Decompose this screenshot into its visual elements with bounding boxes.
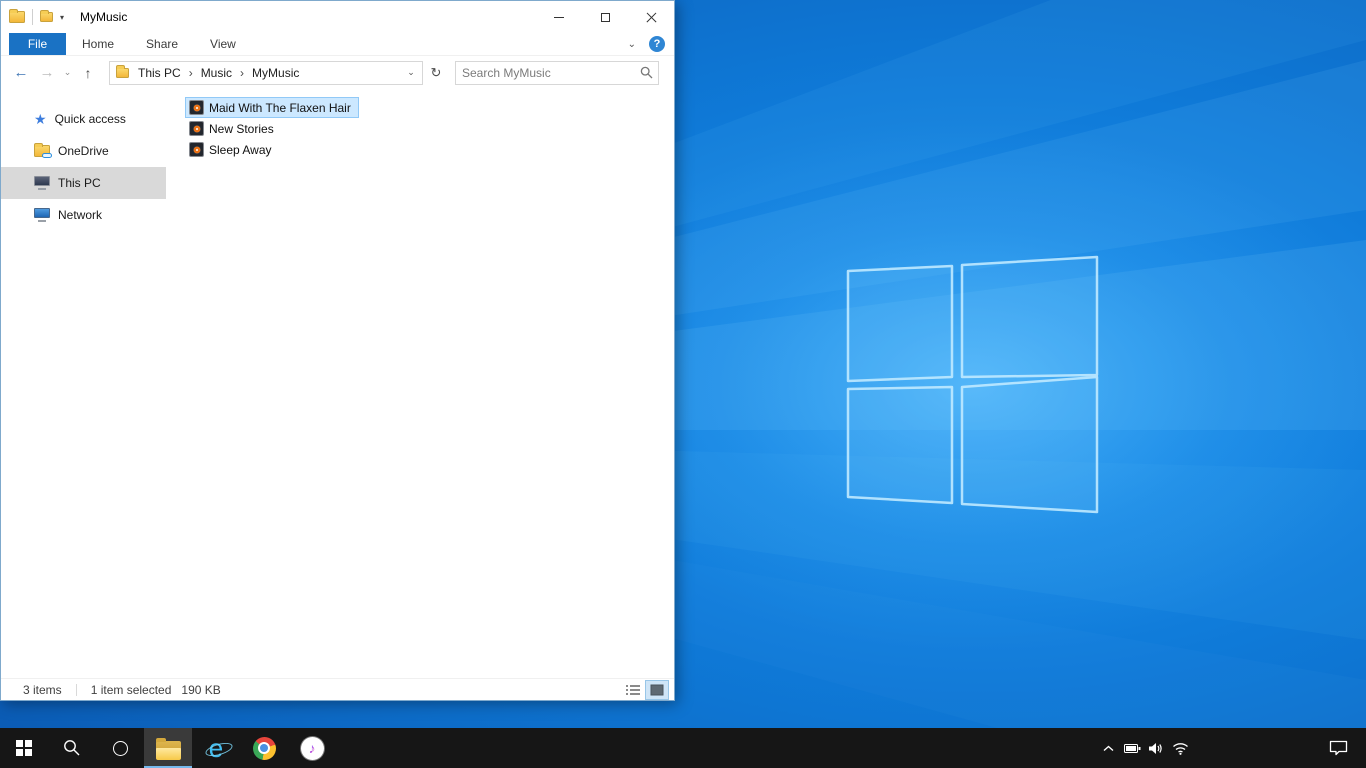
- wifi-icon: [1172, 742, 1188, 755]
- file-item-selected[interactable]: Maid With The Flaxen Hair: [185, 97, 359, 118]
- refresh-button[interactable]: ↻: [423, 60, 449, 86]
- internet-explorer-icon: e: [208, 733, 224, 763]
- status-bar: 3 items 1 item selected 190 KB: [1, 678, 674, 700]
- onedrive-icon: [34, 142, 52, 158]
- volume-button[interactable]: [1144, 728, 1168, 768]
- file-explorer-icon: [155, 737, 181, 760]
- navigation-bar: ← → ⌄ ↑ This PC › Music › MyMusic ⌄ ↻: [1, 56, 674, 89]
- itunes-icon: ♪: [300, 736, 324, 760]
- file-name: Maid With The Flaxen Hair: [209, 100, 351, 115]
- quick-access-star-icon: ★: [34, 111, 47, 127]
- window-controls: [536, 1, 674, 33]
- close-icon: [646, 12, 657, 23]
- search-input[interactable]: [456, 65, 634, 80]
- tab-share[interactable]: Share: [130, 33, 194, 55]
- file-name: Sleep Away: [209, 142, 272, 157]
- taskbar: e ♪: [0, 728, 1366, 768]
- start-button[interactable]: [0, 728, 48, 768]
- address-dropdown-icon[interactable]: ⌄: [400, 67, 422, 78]
- maximize-button[interactable]: [582, 1, 628, 33]
- file-item[interactable]: New Stories: [185, 118, 282, 139]
- taskbar-itunes-button[interactable]: ♪: [288, 728, 336, 768]
- minimize-button[interactable]: [536, 1, 582, 33]
- view-toggle-group: [620, 679, 669, 700]
- this-pc-icon: [34, 176, 50, 190]
- address-folder-icon: [116, 65, 129, 78]
- sidebar-item-label: This PC: [58, 176, 101, 190]
- status-selection: 1 item selected: [90, 682, 172, 697]
- large-icons-view-icon: [650, 684, 664, 695]
- close-button[interactable]: [628, 1, 674, 33]
- window-body: ★ Quick access OneDrive This PC Network: [1, 89, 674, 678]
- network-wifi-button[interactable]: [1168, 728, 1192, 768]
- file-item[interactable]: Sleep Away: [185, 139, 280, 160]
- sidebar-item-label: Quick access: [54, 112, 126, 126]
- search-icon[interactable]: [634, 66, 658, 79]
- status-divider: [75, 683, 77, 696]
- action-center-button[interactable]: [1310, 728, 1366, 768]
- show-hidden-icons-button[interactable]: [1096, 728, 1120, 768]
- sidebar-item-quick-access[interactable]: ★ Quick access: [1, 103, 166, 135]
- network-icon: [34, 208, 50, 222]
- speaker-icon: [1148, 742, 1162, 754]
- system-tray: [1096, 728, 1192, 768]
- sidebar-item-onedrive[interactable]: OneDrive: [1, 135, 166, 167]
- titlebar-separator: [32, 9, 33, 25]
- address-bar[interactable]: This PC › Music › MyMusic ⌄: [109, 60, 423, 85]
- window-title: MyMusic: [80, 10, 128, 24]
- quick-access-toolbar-chevron-icon[interactable]: ▾: [60, 13, 64, 22]
- ribbon-right-controls: ⌄ ?: [628, 33, 674, 55]
- file-list[interactable]: Maid With The Flaxen Hair New Stories Sl…: [166, 89, 674, 678]
- window-folder-icon: [9, 8, 25, 23]
- taskbar-internet-explorer-button[interactable]: e: [192, 728, 240, 768]
- breadcrumb-this-pc[interactable]: This PC: [131, 66, 188, 80]
- navigation-pane: ★ Quick access OneDrive This PC Network: [1, 89, 166, 678]
- sidebar-item-label: Network: [58, 208, 103, 222]
- ribbon-tab-bar: File Home Share View ⌄ ?: [1, 33, 674, 56]
- large-icons-view-button[interactable]: [645, 679, 669, 700]
- chrome-icon: [252, 736, 276, 760]
- music-file-icon: [189, 142, 204, 157]
- details-view-button[interactable]: [622, 681, 644, 699]
- status-size: 190 KB: [181, 682, 221, 697]
- windows-logo-icon: [16, 740, 32, 756]
- help-icon[interactable]: ?: [649, 36, 665, 52]
- sidebar-item-network[interactable]: Network: [1, 199, 166, 231]
- cortana-icon: [112, 740, 128, 756]
- forward-button[interactable]: →: [34, 60, 60, 86]
- expand-ribbon-icon[interactable]: ⌄: [628, 39, 636, 50]
- tab-file[interactable]: File: [9, 33, 66, 55]
- breadcrumb-music[interactable]: Music: [194, 66, 239, 80]
- status-item-count: 3 items: [23, 682, 62, 697]
- maximize-icon: [600, 12, 610, 22]
- file-explorer-window: ▾ MyMusic File Home Share View ⌄ ? ← → ⌄…: [0, 0, 675, 701]
- chevron-up-icon: [1103, 745, 1113, 751]
- sidebar-item-label: OneDrive: [58, 144, 109, 158]
- taskbar-chrome-button[interactable]: [240, 728, 288, 768]
- music-file-icon: [189, 100, 204, 115]
- music-file-icon: [189, 121, 204, 136]
- battery-button[interactable]: [1120, 728, 1144, 768]
- cortana-button[interactable]: [96, 728, 144, 768]
- search-icon: [64, 740, 80, 756]
- breadcrumb-mymusic[interactable]: MyMusic: [245, 66, 306, 80]
- taskbar-search-button[interactable]: [48, 728, 96, 768]
- taskbar-file-explorer-button[interactable]: [144, 728, 192, 768]
- search-box: [455, 60, 659, 85]
- battery-icon: [1123, 743, 1140, 753]
- title-bar[interactable]: ▾ MyMusic: [1, 1, 674, 33]
- up-button[interactable]: ↑: [75, 60, 101, 86]
- sidebar-item-this-pc[interactable]: This PC: [1, 167, 166, 199]
- file-name: New Stories: [209, 121, 274, 136]
- details-view-icon: [626, 684, 640, 695]
- tab-view[interactable]: View: [194, 33, 252, 55]
- back-button[interactable]: ←: [8, 60, 34, 86]
- recent-locations-chevron-icon[interactable]: ⌄: [60, 60, 75, 86]
- action-center-icon: [1329, 740, 1347, 755]
- tab-home[interactable]: Home: [66, 33, 130, 55]
- desktop: ▾ MyMusic File Home Share View ⌄ ? ← → ⌄…: [0, 0, 1366, 768]
- minimize-icon: [554, 16, 564, 18]
- quick-access-toolbar-icon[interactable]: [40, 9, 53, 22]
